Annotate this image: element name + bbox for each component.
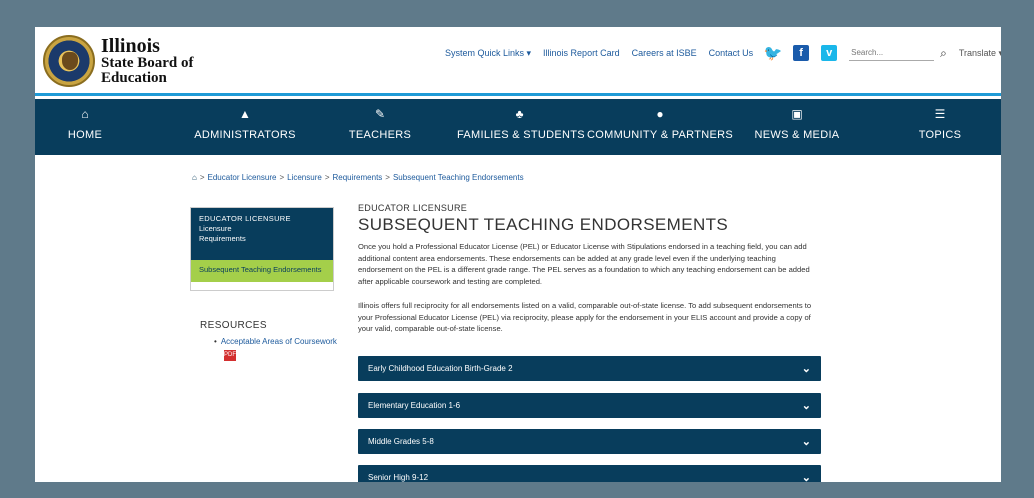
section-sidebar: EDUCATOR LICENSURE Licensure Requirement…	[190, 207, 334, 291]
nav-topics[interactable]: ☰ TOPICS	[905, 99, 975, 155]
utility-bar: System Quick Links ▾ Illinois Report Car…	[445, 45, 1001, 62]
logo-line-3: Education	[101, 70, 167, 86]
nav-administrators[interactable]: ▲ ADMINISTRATORS	[190, 99, 300, 155]
topics-icon: ☰	[934, 107, 946, 121]
system-quick-links[interactable]: System Quick Links ▾	[445, 48, 531, 59]
nav-home[interactable]: ⌂ HOME	[55, 99, 115, 155]
chevron-down-icon: ⌄	[801, 363, 811, 375]
chevron-down-icon: ⌄	[801, 436, 811, 448]
community-icon: ●	[656, 107, 664, 121]
accordion-elementary[interactable]: Elementary Education 1-6 ⌄	[358, 393, 821, 418]
breadcrumb-requirements[interactable]: Requirements	[332, 173, 382, 182]
isbe-logo[interactable]: Illinois State Board of Education	[43, 35, 194, 87]
facebook-icon[interactable]: f	[793, 45, 810, 61]
breadcrumb-educator-licensure[interactable]: Educator Licensure	[208, 173, 277, 182]
translate-dropdown[interactable]: Translate ▾	[959, 48, 1001, 59]
accordion-label: Senior High 9-12	[368, 473, 429, 482]
news-icon: ▣	[791, 107, 803, 121]
reciprocity-paragraph: Illinois offers full reciprocity for all…	[358, 301, 812, 333]
twitter-icon[interactable]: 🐦	[764, 45, 783, 62]
resources-panel: RESOURCES • Acceptable Areas of Coursewor…	[200, 320, 337, 361]
contact-link[interactable]: Contact Us	[709, 48, 754, 58]
nav-families-students[interactable]: ♣ FAMILIES & STUDENTS	[457, 99, 585, 155]
main-nav: ⌂ HOME ▲ ADMINISTRATORS ✎ TEACHERS ♣ FAM…	[35, 99, 1001, 155]
accordion-senior-high[interactable]: Senior High 9-12 ⌄	[358, 465, 821, 482]
accordion-early-childhood[interactable]: Early Childhood Education Birth-Grade 2 …	[358, 356, 821, 381]
careers-link[interactable]: Careers at ISBE	[632, 48, 697, 58]
vimeo-icon[interactable]: v	[821, 45, 838, 61]
resources-title: RESOURCES	[200, 320, 267, 331]
teacher-icon: ✎	[374, 107, 386, 121]
page-kicker: EDUCATOR LICENSURE	[358, 203, 468, 213]
sidebar-heading[interactable]: EDUCATOR LICENSURE	[199, 214, 325, 224]
logo-line-2: State Board of	[101, 55, 194, 71]
search-input[interactable]: Search...	[849, 45, 935, 61]
accordion-label: Elementary Education 1-6	[368, 401, 461, 410]
sidebar-item-active[interactable]: Subsequent Teaching Endorsements	[191, 260, 333, 282]
sidebar-item-licensure[interactable]: Licensure	[199, 224, 325, 234]
state-seal-icon	[43, 35, 95, 87]
breadcrumb-current[interactable]: Subsequent Teaching Endorsements	[393, 173, 524, 182]
site-header: Illinois State Board of Education System…	[35, 27, 1001, 96]
family-icon: ♣	[515, 107, 524, 121]
home-icon: ⌂	[81, 107, 89, 121]
breadcrumb-licensure[interactable]: Licensure	[287, 173, 322, 182]
browser-page: Illinois State Board of Education System…	[35, 27, 1001, 482]
nav-community-partners[interactable]: ● COMMUNITY & PARTNERS	[585, 99, 735, 155]
resource-link[interactable]: Acceptable Areas of Coursework	[221, 337, 337, 346]
accordion-label: Middle Grades 5-8	[368, 437, 434, 446]
chevron-down-icon: ⌄	[801, 472, 811, 482]
pdf-icon[interactable]: PDF	[224, 350, 236, 361]
report-card-link[interactable]: Illinois Report Card	[543, 48, 620, 58]
intro-paragraph: Once you hold a Professional Educator Li…	[358, 242, 810, 286]
logo-line-1: Illinois	[101, 35, 160, 57]
search-icon[interactable]: ⌕	[940, 46, 947, 61]
sidebar-item-requirements[interactable]: Requirements	[199, 234, 325, 244]
chevron-down-icon: ⌄	[801, 400, 811, 412]
administrator-icon: ▲	[239, 107, 251, 121]
breadcrumb-home-icon[interactable]: ⌂	[192, 173, 197, 182]
page-title: SUBSEQUENT TEACHING ENDORSEMENTS	[358, 215, 729, 234]
breadcrumb: ⌂ > Educator Licensure > Licensure > Requireme…	[192, 173, 524, 182]
nav-news-media[interactable]: ▣ NEWS & MEDIA	[747, 99, 847, 155]
nav-teachers[interactable]: ✎ TEACHERS	[340, 99, 420, 155]
accordion-middle-grades[interactable]: Middle Grades 5-8 ⌄	[358, 429, 821, 454]
accordion-label: Early Childhood Education Birth-Grade 2	[368, 364, 513, 373]
